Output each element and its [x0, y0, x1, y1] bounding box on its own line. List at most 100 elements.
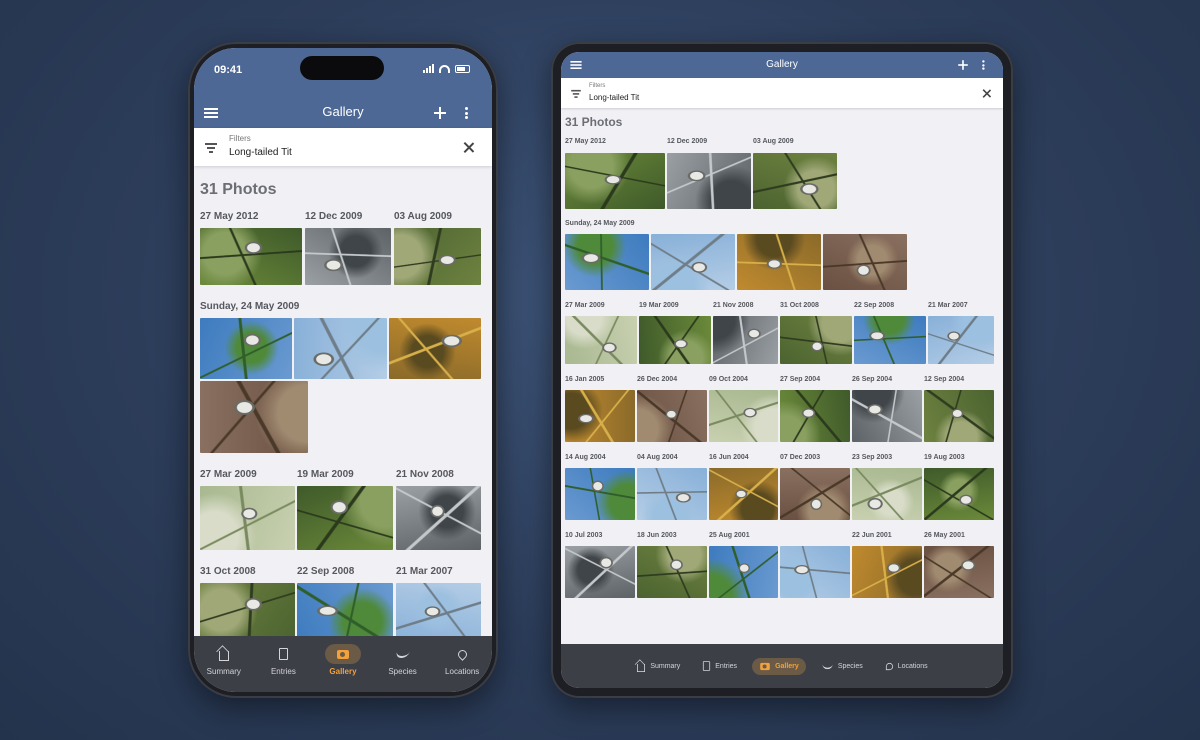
nav-item-entries[interactable]: Entries [695, 656, 744, 676]
app-bar: Gallery [194, 98, 492, 128]
date-label: 26 May 2001 [924, 532, 965, 539]
filter-value: Long-tailed Tit [229, 147, 292, 158]
add-icon[interactable] [958, 60, 968, 70]
photo-thumbnail[interactable] [924, 546, 994, 598]
photo-thumbnail[interactable] [709, 390, 778, 442]
date-label: 12 Dec 2009 [305, 211, 363, 222]
photo-thumbnail[interactable] [637, 390, 707, 442]
photo-thumbnail[interactable] [639, 316, 711, 364]
photo-thumbnail[interactable] [651, 234, 735, 290]
date-label: 31 Oct 2008 [200, 566, 256, 577]
photo-thumbnail[interactable] [297, 583, 393, 636]
photo-thumbnail[interactable] [852, 390, 922, 442]
page-title: Gallery [766, 59, 798, 70]
tablet-filter-bar[interactable]: Filters Long-tailed Tit [561, 78, 1003, 108]
nav-item-summary[interactable]: Summary [196, 644, 252, 676]
photo-thumbnail[interactable] [737, 234, 821, 290]
photo-thumbnail[interactable] [780, 390, 850, 442]
location-pin-icon [455, 648, 469, 661]
photo-thumbnail[interactable] [924, 468, 994, 520]
photo-thumbnail[interactable] [565, 390, 635, 442]
photo-thumbnail[interactable] [565, 468, 635, 520]
clear-filter-icon[interactable] [982, 89, 991, 98]
nav-label: Locations [445, 667, 480, 676]
date-label: 14 Aug 2004 [565, 454, 606, 461]
nav-item-gallery[interactable]: Gallery [315, 644, 371, 676]
add-icon[interactable] [434, 107, 446, 119]
date-label: 22 Jun 2001 [852, 532, 892, 539]
photo-thumbnail[interactable] [200, 381, 308, 453]
nav-label: Gallery [329, 667, 357, 676]
tablet-device: Gallery Filters Long-tailed Tit 31 Photo… [551, 42, 1013, 698]
photo-thumbnail[interactable] [753, 153, 837, 209]
date-label: 25 Aug 2001 [709, 532, 750, 539]
nav-icon-container [885, 661, 894, 671]
tablet-bottom-navigation: Summary Entries Gallery Species Locations [561, 644, 1003, 688]
photo-thumbnail[interactable] [823, 234, 907, 290]
nav-label: Species [837, 662, 863, 670]
date-label: 04 Aug 2004 [637, 454, 678, 461]
photo-thumbnail[interactable] [928, 316, 994, 364]
battery-icon [455, 64, 470, 73]
filter-icon [205, 143, 217, 153]
photo-thumbnail[interactable] [854, 316, 926, 364]
photo-thumbnail[interactable] [565, 153, 665, 209]
photo-thumbnail[interactable] [565, 234, 649, 290]
photo-thumbnail[interactable] [297, 486, 393, 550]
wifi-icon [439, 64, 450, 73]
photo-thumbnail[interactable] [924, 390, 994, 442]
phone-screen: 09:41 Gallery Filters Long-tailed Tit 31… [194, 48, 492, 692]
photo-thumbnail[interactable] [200, 583, 295, 636]
date-label: 03 Aug 2009 [394, 211, 452, 222]
nav-item-species[interactable]: Species [375, 644, 431, 676]
photo-thumbnail[interactable] [389, 318, 481, 379]
photo-thumbnail[interactable] [294, 318, 387, 379]
photo-thumbnail[interactable] [780, 316, 852, 364]
date-label: 16 Jan 2005 [565, 376, 605, 383]
date-label: 19 Mar 2009 [297, 469, 354, 480]
photo-gallery: 31 Photos 27 May 2012 12 Dec 2009 03 Aug 2… [194, 166, 492, 636]
date-label: 09 Oct 2004 [709, 376, 748, 383]
date-label: 23 Sep 2003 [852, 454, 893, 461]
nav-label: Gallery [775, 662, 799, 670]
photo-thumbnail[interactable] [200, 486, 295, 550]
nav-item-species[interactable]: Species [814, 659, 870, 674]
photo-thumbnail[interactable] [394, 228, 481, 285]
clear-filter-icon[interactable] [463, 142, 474, 153]
photo-thumbnail[interactable] [709, 546, 778, 598]
dynamic-island [300, 56, 384, 80]
photo-thumbnail[interactable] [667, 153, 751, 209]
date-label: 26 Sep 2004 [852, 376, 893, 383]
nav-icon-container [821, 663, 834, 670]
photo-thumbnail[interactable] [396, 486, 481, 550]
photo-thumbnail[interactable] [200, 228, 302, 285]
photo-thumbnail[interactable] [637, 468, 707, 520]
photo-thumbnail[interactable] [305, 228, 391, 285]
nav-item-gallery[interactable]: Gallery [752, 657, 806, 675]
nav-item-locations[interactable]: Locations [878, 657, 935, 675]
filter-bar[interactable]: Filters Long-tailed Tit [194, 128, 492, 166]
photo-thumbnail[interactable] [780, 546, 850, 598]
photo-thumbnail[interactable] [780, 468, 850, 520]
more-options-icon[interactable] [464, 107, 468, 119]
photo-thumbnail[interactable] [852, 546, 922, 598]
photo-thumbnail[interactable] [396, 583, 481, 636]
photo-thumbnail[interactable] [565, 546, 635, 598]
status-icons [423, 64, 470, 73]
nav-item-locations[interactable]: Locations [434, 644, 490, 676]
photo-thumbnail[interactable] [713, 316, 778, 364]
photo-thumbnail[interactable] [709, 468, 778, 520]
date-label: 19 Mar 2009 [639, 302, 679, 309]
photo-thumbnail[interactable] [637, 546, 707, 598]
photo-thumbnail[interactable] [852, 468, 922, 520]
nav-icon-container [265, 644, 301, 664]
date-label: 16 Jun 2004 [709, 454, 749, 461]
nav-icon-container [702, 660, 711, 672]
date-label: 12 Sep 2004 [924, 376, 965, 383]
date-label: 21 Mar 2007 [928, 302, 968, 309]
nav-item-summary[interactable]: Summary [629, 655, 687, 677]
more-options-icon[interactable] [981, 60, 985, 70]
photo-thumbnail[interactable] [200, 318, 292, 379]
photo-thumbnail[interactable] [565, 316, 637, 364]
nav-item-entries[interactable]: Entries [255, 644, 311, 676]
